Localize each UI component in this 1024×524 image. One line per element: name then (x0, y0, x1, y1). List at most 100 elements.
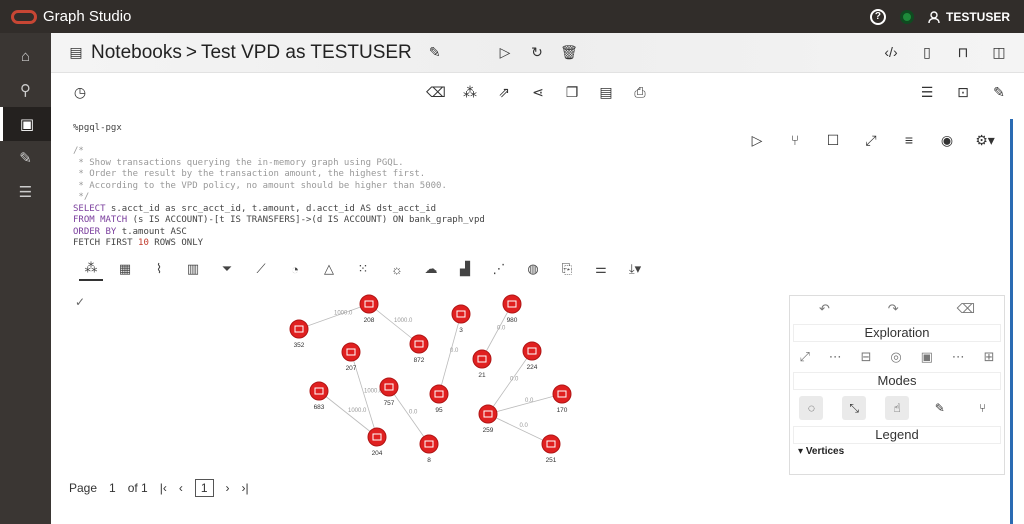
history-icon[interactable]: ◷ (69, 81, 91, 103)
jobs-icon[interactable]: ☰ (0, 175, 51, 209)
paragraph: %pgql-pgx /* * Show transactions queryin… (69, 119, 1013, 524)
graph-vertex[interactable]: 208 (359, 294, 379, 324)
models-icon[interactable]: ⚲ (0, 73, 51, 107)
last-page-icon[interactable]: ›| (242, 481, 249, 495)
graph-vertex[interactable]: 352 (289, 319, 309, 349)
pen-icon[interactable]: ✎ (988, 81, 1010, 103)
more-icon-2[interactable]: ⋯ (952, 349, 965, 365)
export-icon[interactable]: ⇗ (493, 81, 515, 103)
eraser-icon[interactable]: ⌫ (425, 81, 447, 103)
refresh-icon[interactable]: ↻ (526, 41, 548, 63)
graph-edge[interactable] (487, 413, 552, 445)
graph-canvas[interactable]: 1000.01000.01000.01000.0 0.00.00.00.00.00… (269, 289, 589, 469)
expand-node-icon[interactable]: ⤢ (799, 349, 809, 365)
vertices-legend[interactable]: ▾ Vertices (798, 446, 996, 457)
user-menu[interactable]: TESTUSER (928, 10, 1010, 24)
copy-icon[interactable]: ❐ (561, 81, 583, 103)
add-edge-mode-icon[interactable]: ⑂ (971, 396, 995, 420)
cloud-icon[interactable]: ☁ (419, 257, 443, 281)
custom-viz-icon[interactable]: ⎘ (555, 257, 579, 281)
lock-icon[interactable]: ⊓ (952, 41, 974, 63)
edit-title-icon[interactable]: ✎ (424, 42, 446, 64)
edit-mode-icon[interactable]: ✎ (928, 396, 952, 420)
graph-vertex[interactable]: 872 (409, 334, 429, 364)
prev-page-icon[interactable]: ‹ (179, 481, 183, 495)
shrink-mode-icon[interactable]: ⤡ (842, 396, 867, 420)
line-chart-icon[interactable]: ⌇ (147, 257, 171, 281)
graph-vertex[interactable]: 757 (379, 377, 399, 407)
page-number[interactable]: 1 (109, 481, 116, 495)
graph-edge[interactable] (388, 386, 430, 445)
pie-chart-icon[interactable]: ◔ (283, 257, 307, 281)
next-page-icon[interactable]: › (226, 481, 230, 495)
home-icon[interactable]: ⌂ (0, 39, 51, 73)
more-icon[interactable]: ⋯ (829, 349, 842, 365)
notebooks-icon[interactable]: ▣ (0, 107, 51, 141)
graph-vertex[interactable]: 251 (541, 434, 561, 464)
group-icon[interactable]: ⊞ (984, 349, 995, 365)
list-icon[interactable]: ☰ (916, 81, 938, 103)
graph-vertex[interactable]: 8 (419, 434, 439, 464)
document-icon[interactable]: ▯ (916, 41, 938, 63)
graph-vertex[interactable]: 224 (522, 341, 542, 371)
graph-viz-icon[interactable]: ⁂ (79, 257, 103, 281)
run-paragraph-icon[interactable]: ▷ (746, 129, 768, 151)
graph-edge[interactable] (487, 393, 563, 415)
expand-icon[interactable]: ⤢ (860, 129, 882, 151)
scatter-chart-icon[interactable]: ⋰ (487, 257, 511, 281)
magic-select-icon[interactable]: ⁂ (459, 81, 481, 103)
book-icon[interactable]: ⊡ (952, 81, 974, 103)
clear-icon[interactable]: ⌫ (957, 301, 975, 317)
brush-icon[interactable]: ✎ (0, 141, 51, 175)
breadcrumb-notebooks[interactable]: Notebooks (91, 42, 182, 64)
map-icon[interactable]: ◍ (521, 257, 545, 281)
bar-chart-icon[interactable]: ▥ (181, 257, 205, 281)
run-all-icon[interactable]: ▷ (494, 41, 516, 63)
undo-icon[interactable]: ↶ (819, 301, 830, 317)
visibility-icon[interactable]: ◉ (936, 129, 958, 151)
delete-icon[interactable]: 🗑 (558, 41, 580, 63)
redo-icon[interactable]: ↷ (888, 301, 899, 317)
funnel-chart-icon[interactable]: ⏷ (215, 257, 239, 281)
add-paragraph-icon[interactable]: ▤ (595, 81, 617, 103)
graph-vertex[interactable]: 3 (451, 304, 471, 334)
graph-vertex[interactable]: 95 (429, 384, 449, 414)
graph-vertex[interactable]: 207 (341, 342, 361, 372)
current-page[interactable]: 1 (194, 479, 214, 497)
table-viz-icon[interactable]: ▦ (113, 257, 137, 281)
histogram-icon[interactable]: ▟ (453, 257, 477, 281)
pointer-mode-icon[interactable]: ☝ (884, 396, 909, 420)
select-icon[interactable]: ▣ (921, 349, 933, 365)
print-icon[interactable]: ⎙ (629, 81, 651, 103)
pyramid-chart-icon[interactable]: △ (317, 257, 341, 281)
collapse-icon[interactable]: ⊟ (861, 349, 872, 365)
graph-edge[interactable] (318, 390, 378, 438)
graph-structure-icon[interactable]: ⑂ (784, 129, 806, 151)
code-view-icon[interactable]: ‹/› (880, 41, 902, 63)
share-icon[interactable]: ⋖ (527, 81, 549, 103)
sunburst-icon[interactable]: ☼ (385, 257, 409, 281)
graph-vertex[interactable]: 170 (552, 384, 572, 414)
comment-icon[interactable]: ☐ (822, 129, 844, 151)
settings-icon[interactable]: ⚙▾ (974, 129, 996, 151)
graph-edge[interactable] (368, 303, 420, 345)
graph-vertex[interactable]: 204 (367, 427, 387, 457)
help-icon[interactable]: ? (869, 8, 886, 25)
split-view-icon[interactable]: ◫ (988, 41, 1010, 63)
settings-sliders-icon[interactable]: ⚌ (589, 257, 613, 281)
code-editor[interactable]: %pgql-pgx /* * Show transactions queryin… (73, 123, 485, 250)
focus-icon[interactable]: ◎ (890, 349, 901, 365)
numbered-list-icon[interactable]: ≡ (898, 129, 920, 151)
graph-edge[interactable] (487, 350, 533, 415)
scatter-grid-icon[interactable]: ⁙ (351, 257, 375, 281)
graph-vertex[interactable]: 21 (472, 349, 492, 379)
graph-edge[interactable] (438, 313, 462, 395)
lasso-mode-icon[interactable]: ◌ (799, 396, 824, 420)
graph-edge[interactable] (298, 303, 370, 330)
graph-vertex[interactable]: 980 (502, 294, 522, 324)
first-page-icon[interactable]: |‹ (160, 481, 167, 495)
graph-vertex[interactable]: 259 (478, 404, 498, 434)
area-chart-icon[interactable]: ⟋ (249, 257, 273, 281)
download-icon[interactable]: ⤓▾ (623, 257, 647, 281)
graph-vertex[interactable]: 683 (309, 381, 329, 411)
